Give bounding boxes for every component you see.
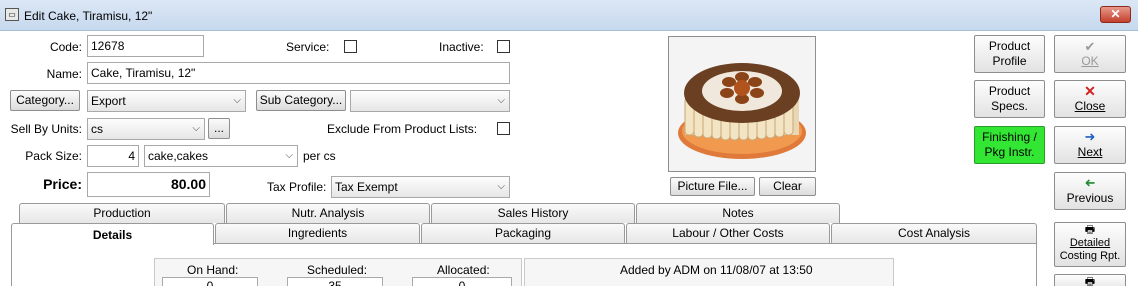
inactive-checkbox[interactable]: [497, 40, 510, 53]
sell-by-label: Sell By Units:: [10, 122, 82, 136]
detailed-costing-button[interactable]: 🖶 Detailed Costing Rpt.: [1054, 222, 1126, 267]
name-label: Name:: [46, 67, 82, 81]
subcategory-button[interactable]: Sub Category...: [256, 90, 346, 111]
scheduled-label: Scheduled:: [307, 263, 368, 277]
category-select[interactable]: Export ⌵: [87, 90, 246, 112]
picture-file-button[interactable]: Picture File...: [670, 177, 755, 196]
app-icon[interactable]: ▭: [5, 8, 19, 21]
window-title: Edit Cake, Tiramisu, 12": [24, 9, 153, 23]
exclude-checkbox[interactable]: [497, 122, 510, 135]
inactive-label: Inactive:: [439, 40, 484, 54]
tab-ingredients[interactable]: Ingredients: [215, 223, 420, 243]
service-label: Service:: [286, 40, 330, 54]
product-picture[interactable]: [668, 36, 816, 172]
allocated-label: Allocated:: [437, 263, 490, 277]
report-button-partial[interactable]: 🖶: [1054, 274, 1126, 286]
chevron-down-icon: ⌵: [497, 95, 505, 106]
sell-by-browse-button[interactable]: ...: [208, 118, 230, 139]
tab-nutr-analysis[interactable]: Nutr. Analysis: [226, 203, 430, 223]
pack-unit-select[interactable]: cake,cakes ⌵: [144, 145, 298, 167]
category-select-value: Export: [91, 94, 126, 108]
product-specs-line2: Specs.: [991, 99, 1028, 113]
on-hand-field[interactable]: 0: [162, 277, 258, 286]
product-profile-line2: Profile: [992, 54, 1027, 68]
added-by-text: Added by ADM on 11/08/07 at 13:50: [620, 263, 813, 277]
chevron-down-icon: ⌵: [233, 95, 241, 106]
title-bar[interactable]: ▭ Edit Cake, Tiramisu, 12" ✕: [0, 0, 1138, 31]
code-label: Code:: [49, 40, 82, 54]
category-button[interactable]: Category...: [10, 90, 80, 111]
code-field[interactable]: 12678: [87, 35, 204, 57]
on-hand-label: On Hand:: [187, 263, 239, 277]
cake-image: [669, 37, 815, 171]
allocated-field[interactable]: 0: [412, 277, 512, 286]
sell-by-select[interactable]: cs ⌵: [87, 118, 205, 140]
exclude-label: Exclude From Product Lists:: [327, 122, 478, 136]
printer-icon: 🖶: [1084, 224, 1096, 236]
name-field[interactable]: Cake, Tiramisu, 12": [87, 62, 510, 84]
tab-notes[interactable]: Notes: [636, 203, 840, 223]
finishing-line1: Finishing /: [982, 130, 1037, 144]
checkmark-icon: ✔: [1084, 39, 1096, 54]
detailed-costing-line2: Costing Rpt.: [1059, 250, 1121, 262]
next-button[interactable]: ➜ Next: [1054, 126, 1126, 164]
chevron-down-icon: ⌵: [497, 181, 505, 192]
previous-label: Previous: [1066, 191, 1114, 205]
previous-button[interactable]: ➜ Previous: [1054, 172, 1126, 210]
product-specs-line1: Product: [988, 84, 1031, 98]
product-specs-button[interactable]: Product Specs.: [974, 80, 1045, 118]
product-profile-line1: Product: [988, 39, 1031, 53]
service-checkbox[interactable]: [344, 40, 357, 53]
price-label: Price:: [43, 176, 82, 192]
per-unit-label: per cs: [303, 149, 336, 163]
tab-labour-other-costs[interactable]: Labour / Other Costs: [626, 223, 830, 243]
close-icon: ✕: [1084, 83, 1096, 99]
printer-icon: 🖶: [1084, 276, 1096, 286]
finishing-pkg-button[interactable]: Finishing / Pkg Instr.: [974, 126, 1045, 164]
detailed-costing-line1: Detailed: [1069, 237, 1111, 249]
pack-size-field[interactable]: 4: [87, 145, 139, 167]
ok-label: OK: [1081, 54, 1099, 68]
pack-unit-select-value: cake,cakes: [148, 149, 209, 163]
tab-cost-analysis[interactable]: Cost Analysis: [831, 223, 1037, 243]
tax-profile-label: Tax Profile:: [267, 180, 327, 194]
chevron-down-icon: ⌵: [285, 150, 293, 161]
pack-size-label: Pack Size:: [25, 149, 82, 163]
close-button[interactable]: ✕ Close: [1054, 80, 1126, 118]
chevron-down-icon: ⌵: [192, 123, 200, 134]
tax-profile-select[interactable]: Tax Exempt ⌵: [331, 176, 510, 198]
next-label: Next: [1077, 145, 1103, 159]
price-field[interactable]: 80.00: [87, 172, 210, 197]
tab-production[interactable]: Production: [19, 203, 225, 223]
clear-picture-button[interactable]: Clear: [759, 177, 816, 196]
tab-packaging[interactable]: Packaging: [421, 223, 625, 243]
window-close-button[interactable]: ✕: [1100, 6, 1131, 23]
previous-arrow-icon: ➜: [1084, 175, 1096, 190]
ok-button[interactable]: ✔ OK: [1054, 35, 1126, 73]
next-arrow-icon: ➜: [1084, 129, 1096, 144]
scheduled-field[interactable]: 35: [287, 277, 383, 286]
tab-details[interactable]: Details: [11, 223, 214, 245]
sell-by-select-value: cs: [91, 122, 103, 136]
tab-sales-history[interactable]: Sales History: [431, 203, 635, 223]
finishing-line2: Pkg Instr.: [984, 145, 1035, 159]
close-label: Close: [1074, 99, 1106, 113]
tax-profile-select-value: Tax Exempt: [335, 180, 398, 194]
subcategory-select[interactable]: ⌵: [350, 90, 510, 112]
product-profile-button[interactable]: Product Profile: [974, 35, 1045, 73]
